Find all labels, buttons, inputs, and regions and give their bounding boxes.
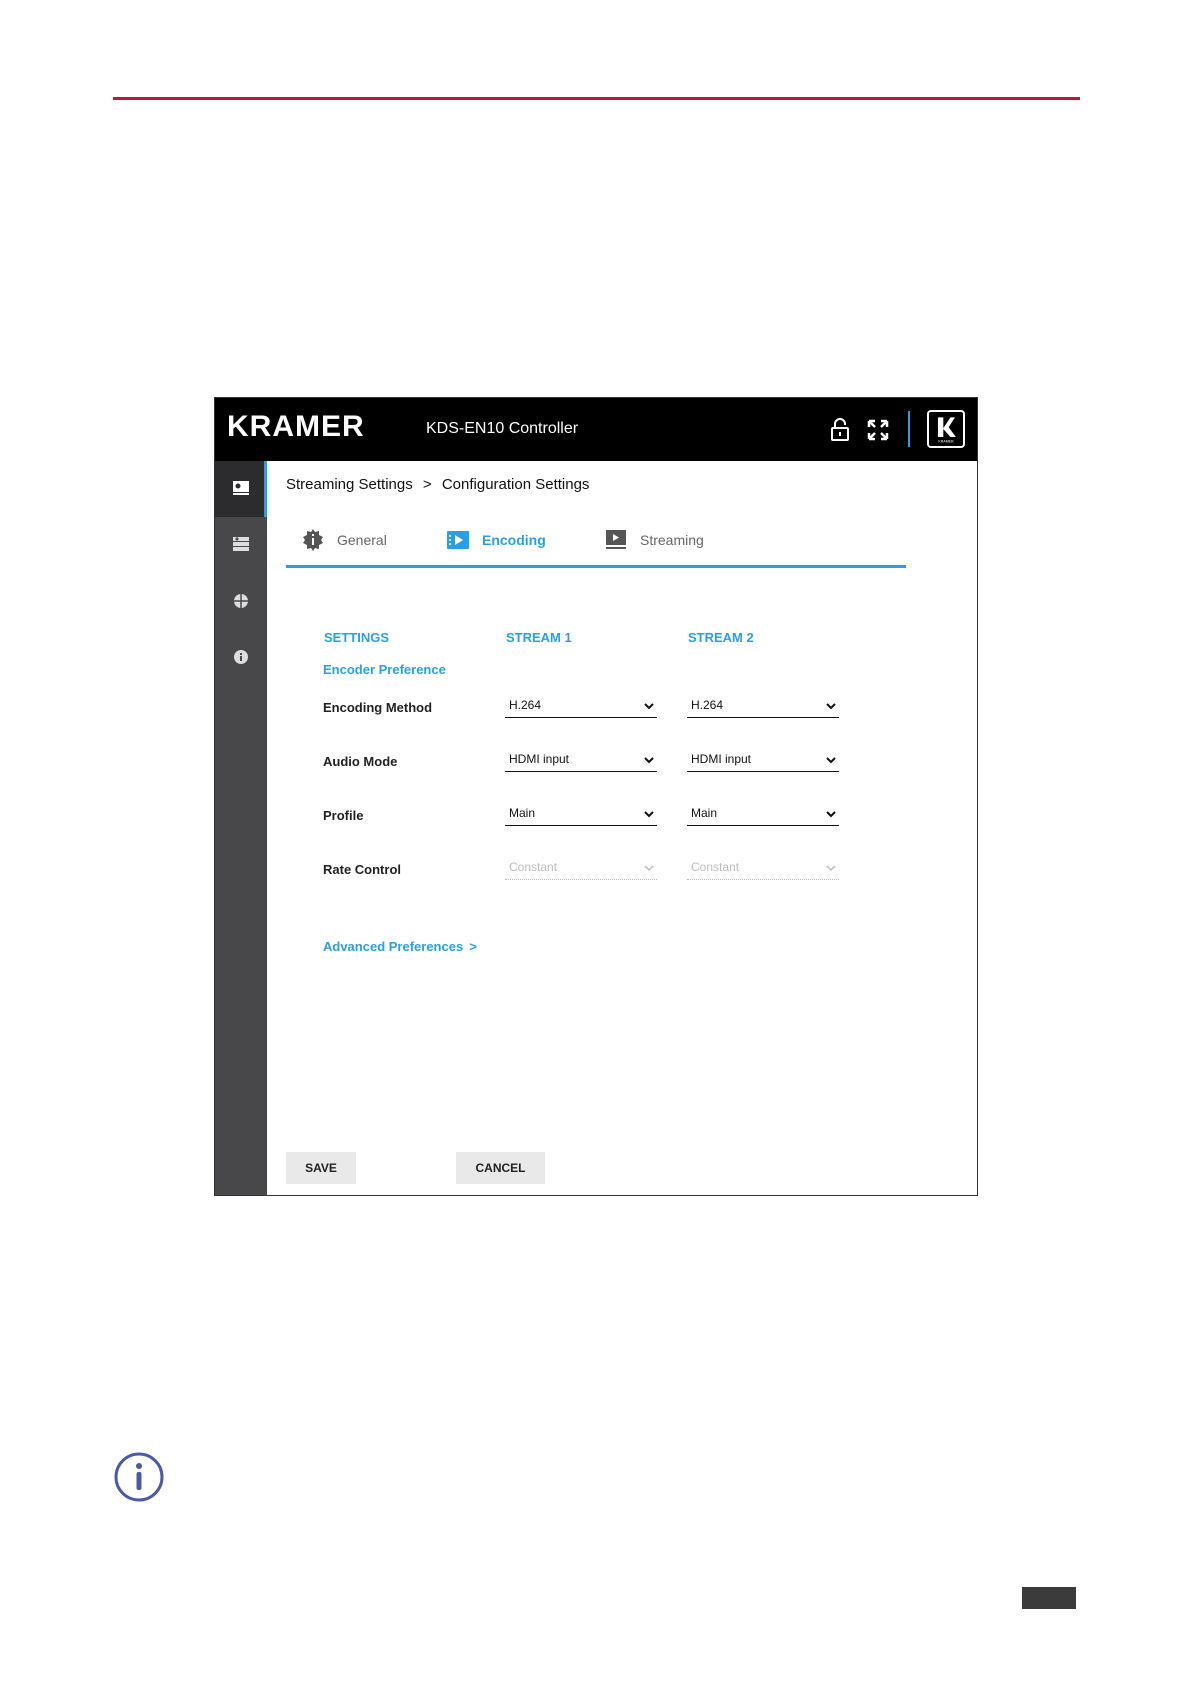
row-label-audio-mode: Audio Mode — [323, 754, 398, 769]
save-button[interactable]: SAVE — [286, 1152, 356, 1184]
logo-caption: KRAMER — [938, 439, 954, 443]
column-header-stream-2: STREAM 2 — [688, 630, 754, 645]
row-label-rate-control: Rate Control — [323, 862, 401, 877]
tab-streaming[interactable]: Streaming — [604, 520, 704, 560]
stream2-profile-select[interactable]: Main — [687, 804, 839, 826]
select-value: Constant — [509, 860, 558, 874]
sidebar-item-device-settings[interactable] — [215, 517, 267, 573]
info-gear-icon — [303, 529, 323, 551]
select-value: H.264 — [691, 698, 724, 712]
app-title: KDS-EN10 Controller — [426, 420, 579, 437]
chevron-down-icon — [826, 811, 836, 818]
tab-bar: General Encoding Streaming — [286, 520, 906, 570]
monitor-gear-icon — [233, 481, 249, 495]
breadcrumb-item-streaming-settings[interactable]: Streaming Settings — [286, 476, 413, 493]
select-value: Constant — [691, 860, 740, 874]
chevron-down-icon — [826, 865, 836, 872]
breadcrumb-item-configuration-settings: Configuration Settings — [441, 476, 590, 493]
select-value: HDMI input — [691, 752, 752, 766]
info-icon — [234, 650, 248, 664]
globe-gear-icon — [234, 594, 248, 608]
chevron-down-icon — [644, 811, 654, 818]
row-label-profile: Profile — [323, 808, 364, 823]
tab-encoding[interactable]: Encoding — [446, 520, 546, 560]
select-value: Main — [509, 806, 536, 820]
chevron-down-icon — [826, 703, 836, 710]
advanced-preferences-link[interactable]: Advanced Preferences > — [323, 939, 477, 954]
stream2-encoding-method-select[interactable]: H.264 — [687, 696, 839, 718]
lock-icon[interactable] — [829, 418, 851, 442]
stream1-rate-control-select: Constant — [505, 858, 657, 880]
stream1-encoding-method-select[interactable]: H.264 — [505, 696, 657, 718]
brand-logo: KRAMER — [227, 410, 365, 443]
stream2-audio-mode-select[interactable]: HDMI input — [687, 750, 839, 772]
select-value: Main — [691, 806, 718, 820]
cancel-button[interactable]: CANCEL — [456, 1152, 545, 1184]
settings-list-icon — [233, 537, 249, 551]
tab-underline — [286, 565, 906, 568]
top-bar: KRAMER KDS-EN10 Controller KRAMER — [215, 398, 977, 461]
column-header-settings: SETTINGS — [324, 630, 390, 645]
kramer-k-logo-icon: KRAMER — [927, 410, 965, 448]
stream1-profile-select[interactable]: Main — [505, 804, 657, 826]
chevron-right-icon: > — [469, 939, 477, 954]
breadcrumb-separator: > — [422, 476, 432, 493]
breadcrumb: Streaming Settings > Configuration Setti… — [286, 476, 595, 493]
chevron-down-icon — [644, 757, 654, 764]
page-top-rule — [113, 97, 1080, 100]
column-header-stream-1: STREAM 1 — [506, 630, 572, 645]
sidebar-item-about[interactable] — [215, 629, 267, 685]
chevron-down-icon — [644, 703, 654, 710]
fullscreen-icon[interactable] — [866, 418, 890, 442]
sidebar — [215, 461, 267, 1195]
tab-general[interactable]: General — [301, 520, 387, 560]
advanced-preferences-label: Advanced Preferences — [323, 939, 464, 954]
row-label-encoding-method: Encoding Method — [323, 700, 433, 715]
sidebar-item-streaming-settings[interactable] — [215, 461, 267, 517]
page-number-tab — [1022, 1587, 1076, 1609]
chevron-down-icon — [644, 865, 654, 872]
sidebar-item-network[interactable] — [215, 573, 267, 629]
tab-streaming-label: Streaming — [640, 532, 704, 548]
encoding-icon — [447, 531, 469, 549]
note-info-icon — [114, 1452, 164, 1502]
stream2-rate-control-select: Constant — [687, 858, 839, 880]
chevron-down-icon — [826, 757, 836, 764]
topbar-separator — [908, 411, 910, 447]
app-window: KRAMER KDS-EN10 Controller KRAMER Stream… — [214, 397, 978, 1196]
streaming-icon — [606, 530, 626, 549]
select-value: HDMI input — [509, 752, 570, 766]
tab-encoding-label: Encoding — [482, 532, 546, 548]
tab-general-label: General — [337, 532, 387, 548]
section-encoder-preference: Encoder Preference — [323, 662, 446, 677]
select-value: H.264 — [509, 698, 542, 712]
stream1-audio-mode-select[interactable]: HDMI input — [505, 750, 657, 772]
